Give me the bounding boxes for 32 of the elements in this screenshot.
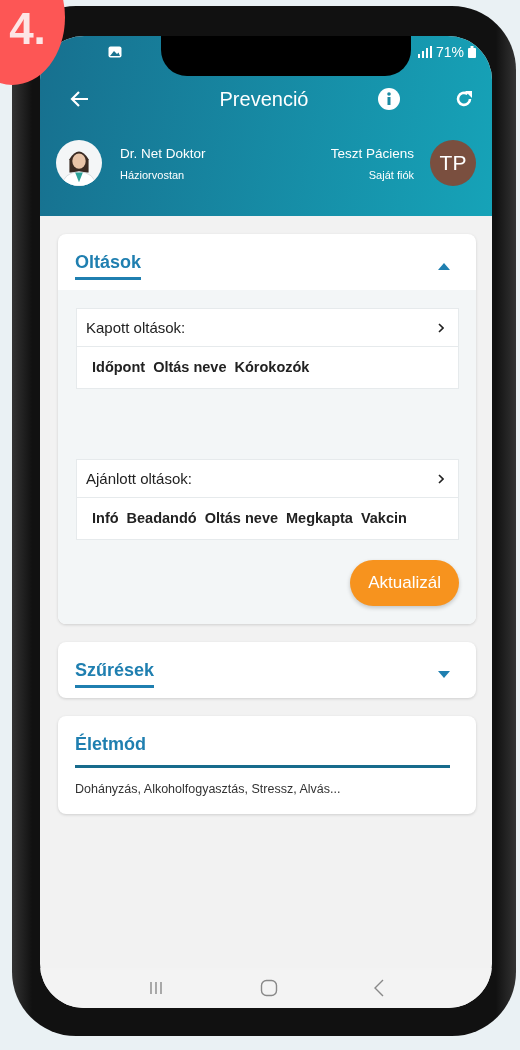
chevron-right-icon[interactable] xyxy=(438,322,444,333)
table-title: Kapott oltások: xyxy=(86,319,186,336)
screen-title: Prevenció xyxy=(218,87,310,111)
column-header: Beadandó xyxy=(126,510,197,526)
column-header: Időpont xyxy=(92,359,146,375)
patient-name: Teszt Páciens xyxy=(330,145,414,161)
section-title[interactable]: Életmód xyxy=(75,734,450,768)
chevron-right-icon[interactable] xyxy=(438,473,444,484)
section-title[interactable]: Oltások xyxy=(75,252,142,280)
account-link[interactable]: Saját fiók xyxy=(368,168,414,181)
doctor-name: Dr. Net Doktor xyxy=(120,145,206,161)
section-title[interactable]: Szűrések xyxy=(75,660,155,688)
column-header: Oltás neve xyxy=(153,359,227,375)
signal-icon xyxy=(415,46,432,58)
image-icon xyxy=(108,46,122,58)
info-button[interactable] xyxy=(376,86,402,112)
lifestyle-summary: Dohányzás, Alkoholfogyasztás, Stressz, Alvás... xyxy=(74,781,342,798)
table-title: Ajánlott oltások: xyxy=(86,470,192,487)
column-header: Oltás neve xyxy=(204,510,278,526)
column-header: Infó xyxy=(92,510,119,526)
home-icon[interactable] xyxy=(260,979,278,997)
column-header: Megkapta xyxy=(286,510,353,526)
column-header: Kórokozók xyxy=(234,359,310,375)
battery-icon xyxy=(468,46,476,58)
patient-avatar[interactable]: TP xyxy=(430,140,476,186)
caret-up-icon[interactable] xyxy=(438,262,450,270)
back-nav-icon[interactable] xyxy=(374,979,384,997)
caret-down-icon[interactable] xyxy=(438,670,450,678)
column-header: Vakcin xyxy=(360,510,407,526)
doctor-specialty: Háziorvostan xyxy=(120,168,186,181)
update-button[interactable]: Aktualizál xyxy=(350,560,459,606)
battery-percentage: 71% xyxy=(435,44,464,60)
